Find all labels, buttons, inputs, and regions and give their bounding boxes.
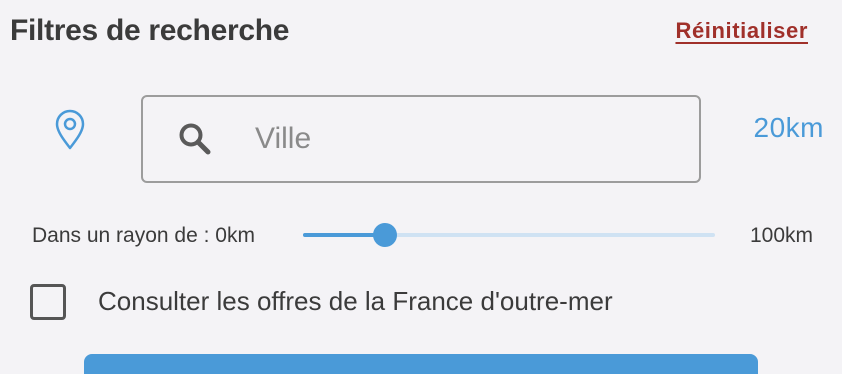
submit-button[interactable] [84,354,758,374]
overseas-checkbox[interactable] [30,284,66,320]
radius-max-label: 100km [749,224,813,247]
reset-button[interactable]: Réinitialiser [675,18,808,44]
radius-value-display: 20km [753,112,824,143]
slider-thumb[interactable] [373,223,398,247]
radius-min-label: Dans un rayon de : 0km [32,224,255,247]
radius-slider[interactable] [303,223,715,247]
map-pin-icon [55,109,85,150]
page-title: Filtres de recherche [10,14,290,47]
overseas-checkbox-label[interactable]: Consulter les offres de la France d'outr… [98,286,613,317]
city-search-input[interactable] [253,121,677,157]
search-icon [179,123,211,155]
city-search-field[interactable] [141,95,701,183]
